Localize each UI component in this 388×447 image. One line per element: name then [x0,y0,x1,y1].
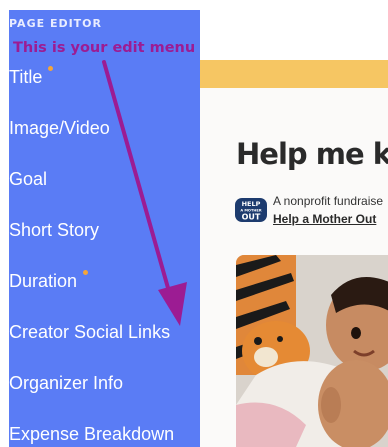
sidebar-heading: PAGE EDITOR [9,17,103,30]
menu-item-label: Organizer Info [9,373,124,393]
svg-text:HELP: HELP [242,200,261,208]
menu-item-label: Goal [9,169,48,189]
organizer-link[interactable]: Help a Mother Out [273,212,376,226]
menu-item-goal[interactable]: Goal [9,165,200,193]
menu-item-short-story[interactable]: Short Story [9,216,200,244]
organizer-description: A nonprofit fundraise [273,194,384,208]
menu-item-image-video[interactable]: Image/Video [9,114,200,142]
page-editor-screen: Help me ke HELP A MOTHER OUT A nonprofit… [0,0,388,447]
svg-text:OUT: OUT [242,213,261,222]
unsaved-dot-icon [48,66,54,71]
unsaved-dot-icon [83,270,89,275]
menu-item-label: Duration [9,271,78,291]
menu-item-label: Creator Social Links [9,322,171,342]
campaign-hero-image [236,255,388,447]
menu-item-organizer-info[interactable]: Organizer Info [9,369,200,397]
menu-item-label: Title [9,67,43,87]
header-banner [200,60,388,88]
menu-item-label: Short Story [9,220,100,240]
edit-menu-annotation: This is your edit menu [13,40,196,56]
menu-item-label: Expense Breakdown [9,424,175,444]
organizer-logo-icon: HELP A MOTHER OUT [235,198,267,222]
menu-item-duration[interactable]: Duration [9,267,200,295]
hero-photo [236,255,388,447]
campaign-title: Help me ke [236,137,388,171]
page-editor-sidebar: PAGE EDITOR This is your edit menu Title… [9,10,200,447]
menu-item-label: Image/Video [9,118,110,138]
menu-item-creator-social-links[interactable]: Creator Social Links [9,318,200,346]
menu-item-expense-breakdown[interactable]: Expense Breakdown [9,420,200,447]
menu-item-title[interactable]: Title [9,63,200,91]
